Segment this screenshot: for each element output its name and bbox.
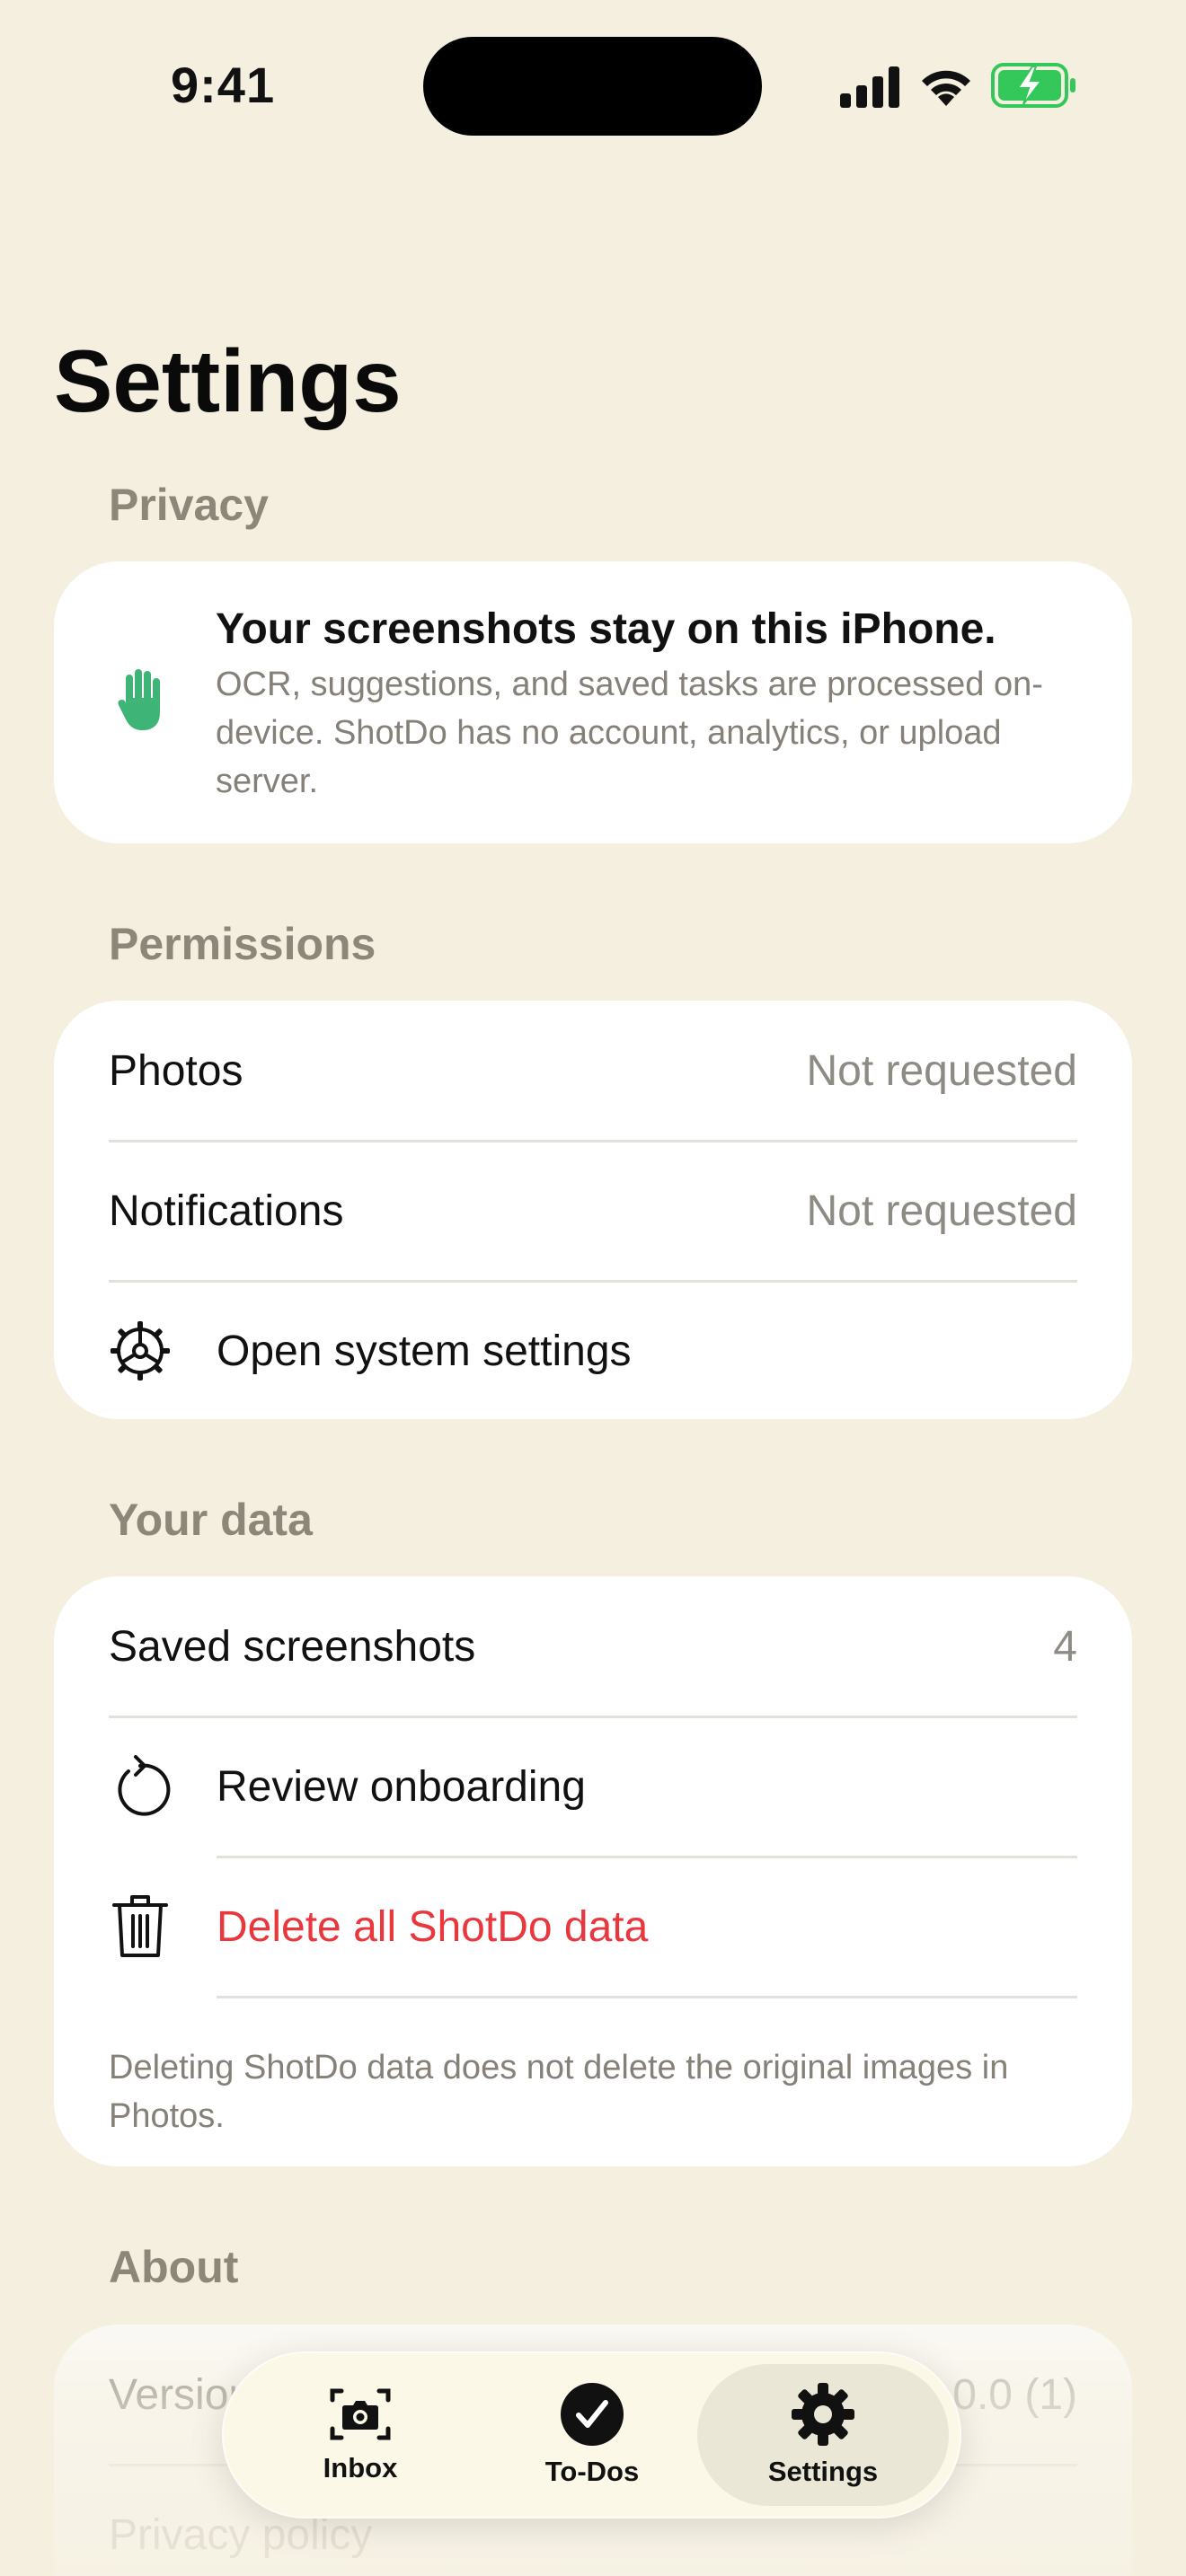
section-header-your-data: Your data	[109, 1495, 313, 1545]
open-system-settings-button[interactable]: Open system settings	[109, 1281, 1077, 1419]
tab-label: Inbox	[323, 2452, 398, 2483]
dynamic-island	[423, 37, 762, 136]
permission-label: Photos	[109, 1046, 243, 1095]
tab-label: To-Dos	[544, 2456, 640, 2487]
section-header-permissions: Permissions	[109, 919, 376, 969]
review-onboarding-button[interactable]: Review onboarding	[109, 1716, 1077, 1857]
arrow-counterclockwise-icon	[109, 1755, 172, 1818]
status-bar: 9:41	[0, 0, 1186, 162]
permissions-card: Photos Not requested Notifications Not r…	[54, 1001, 1132, 1419]
saved-screenshots-label: Saved screenshots	[109, 1622, 476, 1671]
open-system-settings-label: Open system settings	[217, 1327, 632, 1375]
status-time: 9:41	[171, 57, 276, 113]
checkmark-circle-icon	[561, 2383, 624, 2446]
saved-screenshots-row: Saved screenshots 4	[109, 1576, 1077, 1716]
saved-screenshots-count: 4	[1053, 1622, 1077, 1671]
trash-icon	[109, 1895, 172, 1958]
tab-bar: Inbox To-Dos Settings	[222, 2351, 961, 2519]
delete-all-data-label: Delete all ShotDo data	[217, 1902, 649, 1951]
privacy-description: OCR, suggestions, and saved tasks are pr…	[216, 666, 1043, 800]
permission-label: Notifications	[109, 1187, 344, 1235]
page-title: Settings	[54, 331, 402, 430]
your-data-card: Saved screenshots 4 Review onboarding De…	[54, 1576, 1132, 2166]
tab-settings[interactable]: Settings	[697, 2364, 949, 2506]
privacy-title: Your screenshots stay on this iPhone.	[216, 605, 996, 653]
permission-row-photos[interactable]: Photos Not requested	[109, 1001, 1077, 1141]
delete-all-data-button[interactable]: Delete all ShotDo data	[109, 1857, 1077, 1997]
tab-to-dos[interactable]: To-Dos	[466, 2364, 718, 2506]
gear-outline-icon	[109, 1319, 172, 1382]
cellular-signal-icon	[840, 66, 899, 108]
tab-inbox[interactable]: Inbox	[235, 2364, 486, 2506]
wifi-icon	[922, 70, 970, 106]
gear-icon	[792, 2383, 854, 2446]
permission-row-notifications[interactable]: Notifications Not requested	[109, 1141, 1077, 1281]
privacy-card: Your screenshots stay on this iPhone. OC…	[54, 561, 1132, 843]
permission-status: Not requested	[806, 1187, 1077, 1235]
tab-label: Settings	[767, 2456, 879, 2487]
hand-raised-icon	[118, 669, 160, 730]
section-header-privacy: Privacy	[109, 480, 269, 530]
section-header-about: About	[109, 2242, 239, 2292]
camera-viewfinder-icon	[330, 2388, 391, 2440]
divider	[217, 1996, 1077, 1998]
permission-status: Not requested	[806, 1046, 1077, 1095]
delete-footnote: Deleting ShotDo data does not delete the…	[109, 2049, 1009, 2135]
battery-charging-icon	[991, 63, 1075, 108]
review-onboarding-label: Review onboarding	[217, 1762, 586, 1811]
